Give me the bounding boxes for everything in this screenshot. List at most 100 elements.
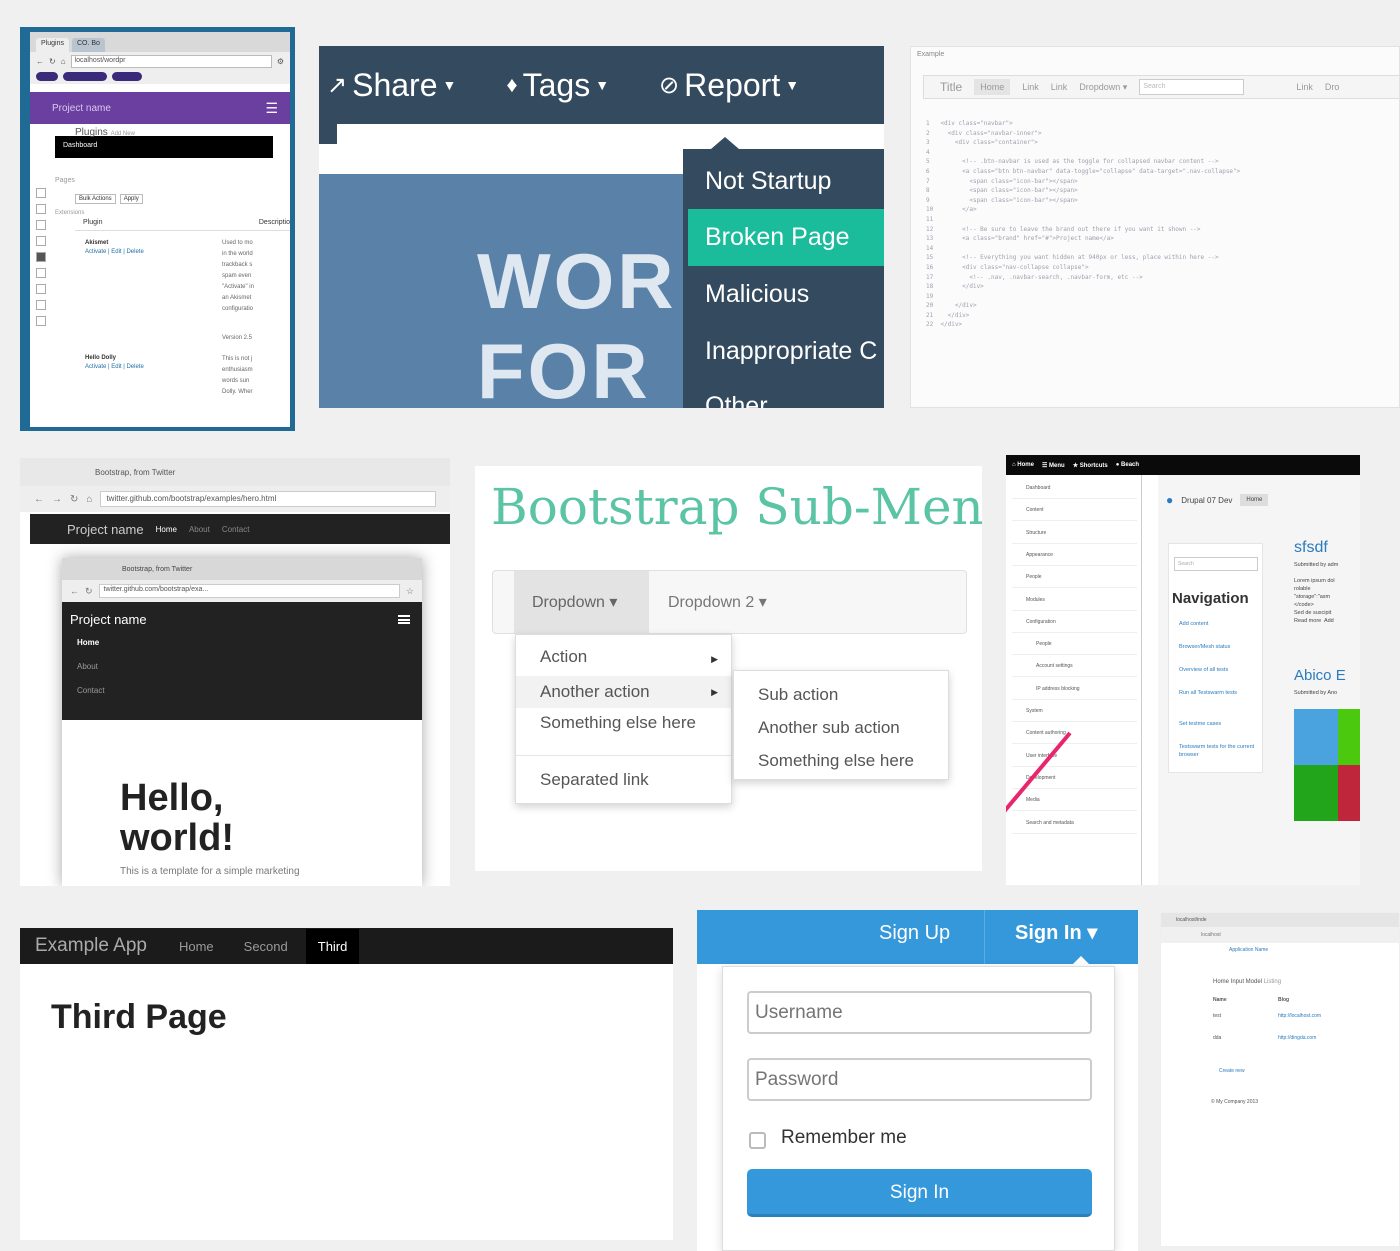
menu-item-broken-page[interactable]: Broken Page (688, 209, 884, 266)
signup-link[interactable]: Sign Up (879, 910, 950, 964)
sidebar-item[interactable]: Content authoring (1012, 722, 1137, 745)
nav-contact[interactable]: Contact (77, 686, 105, 695)
url-input[interactable]: twitter.github.com/bootstrap/examples/he… (100, 491, 436, 507)
signin-button[interactable]: Sign In (747, 1169, 1092, 1217)
bootstrap-twitter-screenshot[interactable]: Bootstrap, from Twitter ← → ↻ ⌂ twitter.… (20, 458, 450, 886)
sidebar-item[interactable]: Search and metadata (1012, 812, 1137, 834)
sidebar-item[interactable]: Appearance (1012, 544, 1137, 566)
nav-link[interactable]: Overview of all tests (1179, 666, 1259, 674)
report-menu[interactable]: ⊘ Report ▼ (659, 67, 799, 104)
menu-item-action[interactable]: Action (540, 647, 587, 667)
sidebar-icon[interactable] (36, 268, 46, 278)
tags-menu[interactable]: ♦ Tags ▼ (506, 67, 609, 104)
menu-item-other[interactable]: Other (705, 392, 768, 408)
nav-contact[interactable]: Contact (222, 525, 250, 534)
forward-arrow-icon[interactable]: → (52, 494, 62, 505)
back-arrow-icon[interactable]: ← (36, 57, 44, 66)
bootstrap-submenu-screenshot[interactable]: Bootstrap Sub-Menu Dropdown ▾ Dropdown 2… (475, 466, 982, 871)
sidebar-icon[interactable] (36, 316, 46, 326)
toolbar-home[interactable]: ⌂ Home (1012, 462, 1034, 468)
nav-link[interactable]: Add content (1179, 620, 1259, 628)
nav-home[interactable]: Home (1240, 494, 1269, 506)
url-input[interactable]: localhost/wordpr (70, 54, 272, 68)
nav-third[interactable]: Third (305, 928, 360, 964)
back-arrow-icon[interactable]: ← (70, 586, 79, 596)
drupal-admin-screenshot[interactable]: ⌂ Home ☰ Menu ★ Shortcuts ● Beach Dashbo… (1006, 455, 1360, 885)
nav-link[interactable]: Browser/Mesh status (1179, 643, 1259, 651)
sidebar-item[interactable]: System (1012, 700, 1137, 722)
example-app-screenshot[interactable]: Example App Home Second Third Third Page (20, 928, 673, 1240)
sidebar-icon[interactable] (36, 300, 46, 310)
nav-second[interactable]: Second (244, 939, 288, 954)
brand[interactable]: Project name (52, 103, 111, 114)
sidebar-item[interactable]: Content (1012, 499, 1137, 522)
nav-about[interactable]: About (189, 525, 210, 534)
submenu-item-another-sub-action[interactable]: Another sub action (758, 718, 900, 738)
menu-item-not-startup[interactable]: Not Startup (705, 167, 831, 196)
nav-home[interactable]: Home (156, 525, 177, 534)
sidebar-icon[interactable] (36, 204, 46, 214)
create-link[interactable]: Create new (1219, 1068, 1245, 1074)
reload-icon[interactable]: ↻ (70, 494, 78, 505)
toolbar-menu[interactable]: ☰ Menu (1042, 462, 1065, 469)
sidebar-item[interactable]: IP address blocking (1012, 678, 1137, 700)
back-arrow-icon[interactable]: ← (34, 494, 44, 505)
sidebar-icon[interactable] (36, 284, 46, 294)
sidebar-item[interactable]: Configuration (1012, 611, 1137, 633)
url-input[interactable]: localhost (1161, 927, 1399, 943)
nav-link[interactable]: Link (1022, 82, 1039, 92)
nav-dropdown[interactable]: Dro (1325, 82, 1340, 92)
remember-checkbox[interactable] (749, 1132, 766, 1149)
wp-plugins-screenshot[interactable]: Plugins CO. Bo ← ↻ ⌂ localhost/wordpr ⚙ … (20, 27, 295, 431)
sidebar-item[interactable]: User interface (1012, 745, 1137, 767)
cell-link[interactable]: http://localhost.com (1278, 1013, 1321, 1019)
reload-icon[interactable]: ↻ (49, 57, 56, 66)
sidebar-item[interactable]: Account settings (1012, 655, 1137, 678)
toolbar-shortcuts[interactable]: ★ Shortcuts (1073, 462, 1108, 469)
nav-home[interactable]: Home (179, 939, 214, 954)
menu-item-something-else[interactable]: Something else here (540, 713, 696, 733)
menu-item-another-action[interactable]: Another action (516, 676, 731, 708)
password-input[interactable] (747, 1058, 1092, 1101)
username-input[interactable] (747, 991, 1092, 1034)
apply-button[interactable]: Apply (119, 194, 143, 204)
cell-link[interactable]: http://dingda.com (1278, 1035, 1316, 1041)
nav-home[interactable]: Home (77, 638, 99, 647)
nav-link[interactable]: Testswarm tests for the current browser (1179, 743, 1259, 759)
reload-icon[interactable]: ↻ (85, 586, 93, 597)
browser-tab[interactable]: Bootstrap, from Twitter (20, 458, 450, 486)
brand[interactable]: Project name (70, 612, 147, 627)
sidebar-item[interactable]: Structure (1012, 522, 1137, 544)
toolbar-user[interactable]: ● Beach (1116, 462, 1139, 468)
nav-dropdown[interactable]: Dropdown ▾ (1079, 82, 1127, 93)
nav-about[interactable]: About (77, 662, 98, 671)
bulk-actions-select[interactable]: Bulk Actions (75, 194, 116, 204)
url-input[interactable]: twitter.github.com/bootstrap/exa... (98, 584, 400, 598)
brand[interactable]: Project name (67, 522, 144, 537)
browser-tab[interactable]: Plugins (36, 38, 69, 52)
menu-item-inappropriate[interactable]: Inappropriate C (705, 337, 877, 366)
hamburger-icon[interactable] (398, 615, 410, 624)
menu-item-malicious[interactable]: Malicious (705, 280, 809, 309)
sidebar-icon[interactable] (36, 236, 46, 246)
nav-link[interactable]: Link (1296, 82, 1313, 92)
sidebar-item[interactable]: People (1012, 633, 1137, 656)
signin-dropdown-screenshot[interactable]: Sign Up Sign In ▾ Remember me Sign In (697, 910, 1138, 1251)
browser-tab[interactable]: Bootstrap, from Twitter (62, 558, 422, 580)
sidebar-item[interactable]: Media (1012, 789, 1137, 812)
app-name[interactable]: Application Name (1229, 947, 1268, 953)
brand[interactable]: Title (940, 80, 962, 94)
menu-item-separated-link[interactable]: Separated link (540, 770, 649, 790)
brand[interactable]: Example App (35, 935, 147, 957)
post-title[interactable]: Abico E (1294, 667, 1346, 684)
sidebar-icon[interactable] (36, 220, 46, 230)
hamburger-icon[interactable]: ☰ (265, 100, 278, 117)
dropdown-toggle[interactable]: Dropdown ▾ (514, 571, 649, 634)
sidebar-icon[interactable] (36, 188, 46, 198)
sidebar-icon[interactable] (36, 252, 46, 262)
bookmark-item[interactable] (112, 72, 142, 81)
nav-home[interactable]: Home (974, 79, 1011, 95)
nav-link[interactable]: Set testme cases (1179, 720, 1259, 728)
nav-link[interactable]: Link (1051, 82, 1068, 92)
dropdown-2-toggle[interactable]: Dropdown 2 ▾ (668, 571, 767, 634)
